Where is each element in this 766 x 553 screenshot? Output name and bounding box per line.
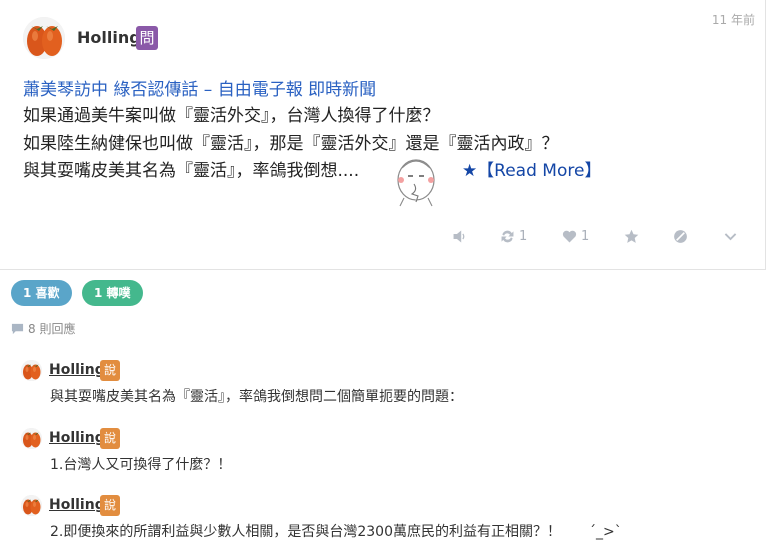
say-badge: 說 bbox=[100, 428, 120, 449]
action-bar: 1 1 bbox=[0, 226, 766, 246]
star-icon bbox=[624, 229, 639, 243]
author-avatar[interactable] bbox=[23, 17, 65, 59]
replurk-button[interactable]: 1 bbox=[499, 226, 527, 246]
mute-button[interactable] bbox=[451, 226, 468, 246]
comment-icon bbox=[11, 323, 24, 335]
like-button[interactable]: 1 bbox=[561, 226, 589, 246]
reply-avatar[interactable] bbox=[21, 495, 42, 516]
speaker-icon bbox=[453, 230, 465, 242]
body-line-1: 如果通過美牛案叫做『靈活外交』，台灣人換得了什麼？ bbox=[23, 106, 440, 126]
body-line-2: 如果陸生納健保也叫做『靈活』，那是『靈活外交』還是『靈活內政』？ bbox=[23, 134, 559, 154]
body-line-3: 與其耍嘴皮美其名為『靈活』，率鴿我倒想.... ★【Read More】 bbox=[23, 156, 601, 181]
likes-pill[interactable]: 1 喜歡 bbox=[11, 280, 72, 306]
reply-avatar[interactable] bbox=[21, 360, 42, 381]
reply-avatar[interactable] bbox=[21, 428, 42, 449]
question-badge: 問 bbox=[136, 26, 158, 50]
reply-text: 與其耍嘴皮美其名為『靈活』，率鴿我倒想問二個簡單扼要的問題： bbox=[50, 389, 463, 405]
thinking-emoticon-icon bbox=[397, 159, 435, 207]
more-button[interactable] bbox=[722, 226, 739, 246]
block-icon bbox=[674, 229, 687, 243]
post-time[interactable]: 11 年前 bbox=[712, 11, 755, 28]
heart-icon bbox=[562, 230, 577, 242]
chevron-down-icon bbox=[724, 232, 737, 240]
reply-author[interactable]: Holling bbox=[49, 430, 105, 446]
reply-count: 8 則回應 bbox=[11, 320, 75, 337]
like-count: 1 bbox=[581, 228, 590, 244]
body-line-3-text: 與其耍嘴皮美其名為『靈活』，率鴿我倒想.... bbox=[23, 161, 360, 181]
author-name[interactable]: Holling bbox=[77, 28, 141, 47]
say-badge: 說 bbox=[100, 360, 120, 381]
reply-text: 2.即便換來的所謂利益與少數人相關，是否與台灣2300萬庶民的利益有正相關？！ … bbox=[50, 524, 622, 540]
replurk-count: 1 bbox=[519, 228, 528, 244]
plurk-card: Holling 問 11 年前 蕭美琴訪中 綠否認傳話 – 自由電子報 即時新聞… bbox=[0, 0, 766, 270]
replurk-icon bbox=[501, 230, 514, 242]
reply-author[interactable]: Holling bbox=[49, 497, 105, 513]
reply-text: 1.台灣人又可換得了什麼？！ bbox=[50, 457, 232, 473]
reply-author[interactable]: Holling bbox=[49, 362, 105, 378]
read-more-link[interactable]: ★【Read More】 bbox=[462, 161, 602, 181]
shares-pill[interactable]: 1 轉噗 bbox=[82, 280, 143, 306]
reply-count-label: 8 則回應 bbox=[28, 322, 76, 336]
say-badge: 說 bbox=[100, 495, 120, 516]
privacy-button[interactable] bbox=[672, 226, 689, 246]
news-link[interactable]: 蕭美琴訪中 綠否認傳話 – 自由電子報 即時新聞 bbox=[23, 75, 376, 100]
favorite-button[interactable] bbox=[623, 226, 640, 246]
